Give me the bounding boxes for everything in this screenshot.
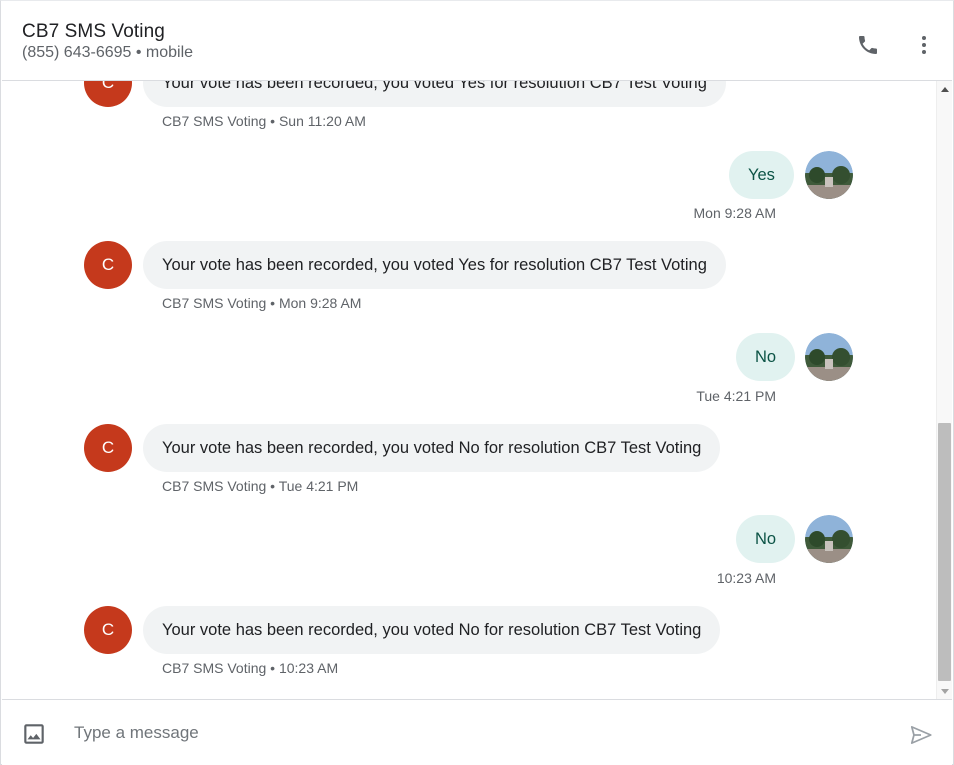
messages-window: CB7 SMS Voting (855) 643-6695 • mobile C… bbox=[0, 0, 954, 765]
outgoing-message-bubble[interactable]: No bbox=[736, 515, 796, 563]
outgoing-message-bubble[interactable]: No bbox=[736, 333, 796, 381]
user-avatar bbox=[805, 333, 853, 381]
call-button[interactable] bbox=[852, 29, 884, 61]
message-timestamp: CB7 SMS Voting • Mon 9:28 AM bbox=[162, 295, 362, 311]
conversation-header: CB7 SMS Voting (855) 643-6695 • mobile bbox=[2, 5, 952, 81]
user-avatar bbox=[805, 515, 853, 563]
image-icon bbox=[24, 724, 44, 744]
incoming-message-bubble[interactable]: Your vote has been recorded, you voted N… bbox=[143, 606, 721, 654]
user-photo-icon bbox=[805, 333, 853, 381]
conversation-title: CB7 SMS Voting bbox=[22, 21, 165, 42]
contact-avatar: C bbox=[84, 606, 132, 654]
scroll-down-arrow-icon[interactable] bbox=[941, 689, 949, 694]
message-list-scrollbar[interactable] bbox=[936, 81, 952, 699]
user-photo-icon bbox=[805, 151, 853, 199]
message-timestamp: CB7 SMS Voting • Tue 4:21 PM bbox=[162, 478, 359, 494]
send-icon bbox=[910, 726, 932, 744]
message-timestamp: Mon 9:28 AM bbox=[693, 205, 777, 221]
message-timestamp: 10:23 AM bbox=[716, 570, 776, 586]
more-vert-icon bbox=[922, 36, 926, 54]
user-photo-icon bbox=[805, 515, 853, 563]
scroll-up-arrow-icon[interactable] bbox=[941, 87, 949, 92]
contact-number: (855) 643-6695 • mobile bbox=[22, 44, 194, 61]
message-timestamp: Tue 4:21 PM bbox=[696, 388, 776, 404]
user-avatar bbox=[805, 151, 853, 199]
more-options-button[interactable] bbox=[908, 29, 940, 61]
attach-image-button[interactable] bbox=[20, 720, 48, 748]
contact-avatar: C bbox=[84, 241, 132, 289]
message-timestamp: CB7 SMS Voting • Sun 11:20 AM bbox=[162, 113, 366, 129]
phone-icon bbox=[859, 36, 877, 54]
outgoing-message-bubble[interactable]: Yes bbox=[729, 151, 794, 199]
compose-bar bbox=[2, 699, 952, 765]
contact-avatar: C bbox=[84, 81, 132, 107]
scrollbar-thumb[interactable] bbox=[938, 423, 951, 681]
message-input[interactable] bbox=[74, 718, 834, 748]
incoming-message-bubble[interactable]: Your vote has been recorded, you voted Y… bbox=[143, 81, 726, 107]
send-button[interactable] bbox=[906, 720, 936, 750]
message-list[interactable]: C Your vote has been recorded, you voted… bbox=[2, 81, 936, 699]
message-timestamp: CB7 SMS Voting • 10:23 AM bbox=[162, 660, 339, 676]
incoming-message-bubble[interactable]: Your vote has been recorded, you voted N… bbox=[143, 424, 721, 472]
incoming-message-bubble[interactable]: Your vote has been recorded, you voted Y… bbox=[143, 241, 726, 289]
contact-avatar: C bbox=[84, 424, 132, 472]
